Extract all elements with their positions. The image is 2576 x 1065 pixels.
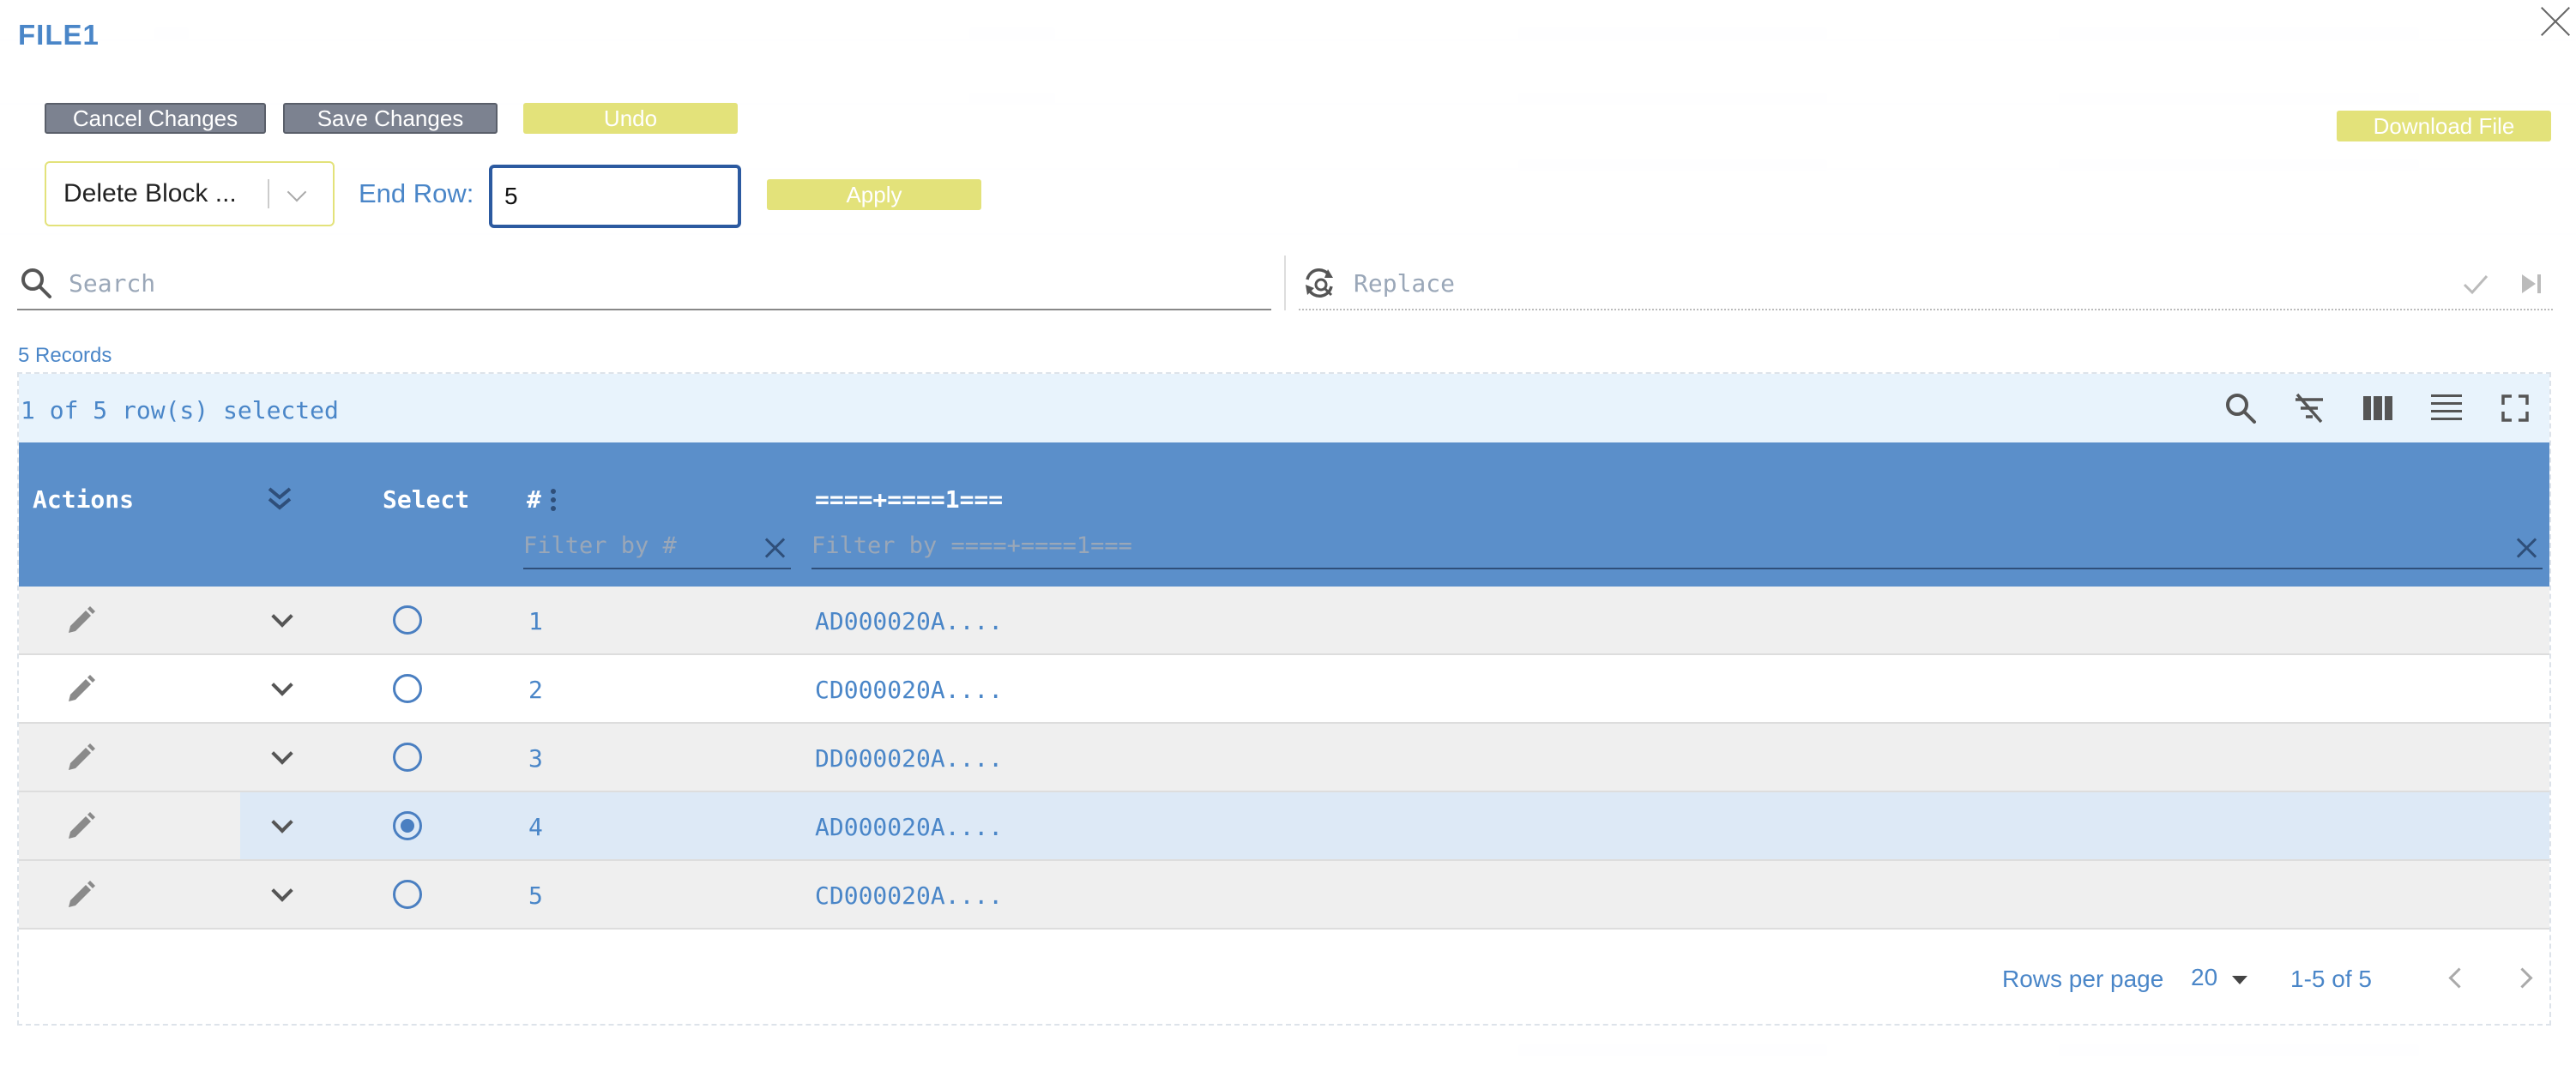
search-field[interactable] [17, 256, 1271, 310]
skip-icon[interactable] [2517, 269, 2546, 298]
table-row[interactable]: 5 CD000020A.... [19, 861, 2549, 930]
actions-cell [19, 792, 240, 859]
table-row[interactable]: 4 AD000020A.... [19, 792, 2549, 861]
actions-cell [19, 587, 240, 653]
density-icon[interactable] [2429, 391, 2464, 425]
modal-title: FILE1 [18, 19, 100, 51]
row-number: 4 [528, 813, 543, 841]
row-data: AD000020A.... [815, 607, 1004, 635]
table-row[interactable]: 1 AD000020A.... [19, 587, 2549, 655]
search-divider [1284, 256, 1286, 310]
search-icon [21, 268, 51, 298]
clear-icon[interactable] [762, 535, 787, 561]
row-number: 2 [528, 676, 543, 704]
filter-number-input[interactable] [523, 525, 791, 566]
row-data: CD000020A.... [815, 881, 1004, 910]
operation-select[interactable]: Delete Block ... [45, 161, 335, 226]
expand-row-icon[interactable] [273, 679, 290, 696]
row-data: DD000020A.... [815, 744, 1004, 773]
actions-cell [19, 655, 240, 722]
column-header-select: Select [383, 485, 470, 514]
row-select-radio[interactable] [393, 811, 422, 840]
actions-cell [19, 861, 240, 928]
row-data: CD000020A.... [815, 676, 1004, 704]
previous-page-button[interactable] [2440, 960, 2474, 995]
replace-icon [1306, 268, 1333, 298]
data-table: 1 of 5 row(s) selected Actions Select # … [17, 372, 2551, 1026]
selection-bar: 1 of 5 row(s) selected [19, 374, 2549, 442]
filter-number[interactable] [523, 525, 791, 569]
actions-cell [19, 724, 240, 791]
row-select-radio[interactable] [393, 880, 422, 909]
edit-icon[interactable] [63, 878, 98, 912]
fullscreen-icon[interactable] [2498, 391, 2532, 425]
row-select-radio[interactable] [393, 605, 422, 635]
save-changes-button[interactable]: Save Changes [283, 103, 498, 134]
pagination: Rows per page 20 1-5 of 5 [19, 930, 2549, 1024]
expand-row-icon[interactable] [273, 611, 290, 628]
table-row[interactable]: 3 DD000020A.... [19, 724, 2549, 792]
edit-icon[interactable] [63, 809, 98, 844]
edit-icon[interactable] [63, 741, 98, 775]
row-data: AD000020A.... [815, 813, 1004, 841]
filter-data[interactable] [811, 525, 2543, 569]
row-select-radio[interactable] [393, 674, 422, 703]
table-row[interactable]: 2 CD000020A.... [19, 655, 2549, 724]
caret-down-icon[interactable] [2232, 976, 2247, 984]
file-editor-modal: FILE1 Cancel Changes Save Changes Undo D… [0, 0, 2576, 1065]
column-menu-icon[interactable] [549, 487, 558, 513]
rows-per-page-label: Rows per page [2002, 966, 2164, 992]
end-row-label: End Row: [359, 178, 474, 208]
replace-input[interactable] [1354, 266, 2383, 300]
row-number: 1 [528, 607, 543, 635]
check-icon[interactable] [2461, 269, 2490, 298]
close-icon[interactable] [2536, 2, 2575, 41]
row-select-radio[interactable] [393, 743, 422, 772]
apply-button[interactable]: Apply [767, 179, 981, 210]
columns-icon[interactable] [2361, 391, 2395, 425]
search-input[interactable] [69, 266, 1252, 300]
records-count: 5 Records [18, 344, 112, 367]
pagination-range: 1-5 of 5 [2290, 966, 2372, 992]
clear-icon[interactable] [2513, 535, 2539, 561]
row-number: 3 [528, 744, 543, 773]
edit-icon[interactable] [63, 604, 98, 638]
expand-row-icon[interactable] [273, 816, 290, 833]
edit-icon[interactable] [63, 672, 98, 707]
end-row-input[interactable] [489, 165, 741, 228]
expand-all-icon[interactable] [264, 484, 295, 514]
column-header-number[interactable]: # [527, 485, 541, 514]
column-header-actions: Actions [33, 485, 135, 514]
table-header: Actions Select # ====+====1=== [19, 442, 2549, 587]
next-page-button[interactable] [2508, 960, 2543, 995]
row-number: 5 [528, 881, 543, 910]
chevron-down-icon[interactable] [269, 161, 321, 226]
filter-data-input[interactable] [811, 525, 2543, 566]
download-file-button[interactable]: Download File [2337, 111, 2551, 141]
replace-field[interactable] [1299, 256, 2553, 310]
column-header-data[interactable]: ====+====1=== [815, 485, 1003, 514]
expand-row-icon[interactable] [273, 885, 290, 902]
undo-button[interactable]: Undo [523, 103, 738, 134]
selection-text: 1 of 5 row(s) selected [21, 396, 339, 424]
clear-filter-icon[interactable] [2292, 391, 2326, 425]
operation-select-value: Delete Block ... [63, 179, 237, 208]
rows-per-page-select[interactable]: 20 [2191, 964, 2217, 991]
expand-row-icon[interactable] [273, 748, 290, 765]
toolbar-search-icon[interactable] [2223, 391, 2258, 425]
cancel-changes-button[interactable]: Cancel Changes [45, 103, 266, 134]
